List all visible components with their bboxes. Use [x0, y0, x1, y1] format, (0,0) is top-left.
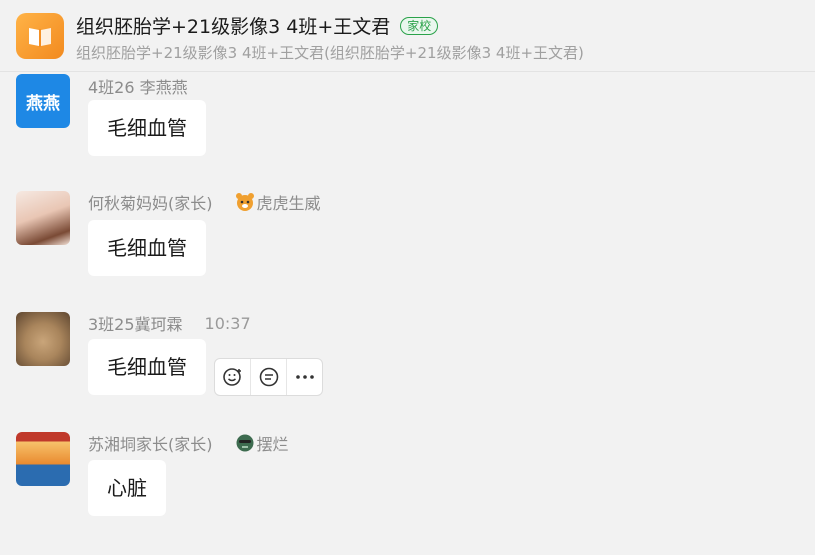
- emoji-reaction-icon: [222, 368, 241, 386]
- sender-label: 4班26 李燕燕: [88, 78, 188, 97]
- more-button[interactable]: [287, 359, 322, 395]
- tiger-icon: [235, 193, 254, 211]
- message-item: 燕燕 4班26 李燕燕 毛细血管: [0, 72, 815, 172]
- avatar[interactable]: 燕燕: [16, 74, 70, 128]
- member-tag-label: 虎虎生威: [256, 194, 321, 213]
- message-item: 苏湘垌家长(家长) 摆烂 心脏: [0, 431, 815, 531]
- group-avatar[interactable]: [16, 13, 64, 59]
- sender-name[interactable]: 苏湘垌家长(家长) 摆烂: [88, 431, 289, 455]
- message-item: 3班25冀珂霖 10:37 毛细血管: [0, 311, 815, 411]
- message-bubble[interactable]: 毛细血管: [88, 220, 206, 276]
- message-bubble[interactable]: 毛细血管: [88, 100, 206, 156]
- group-title-row[interactable]: 组织胚胎学+21级影像3 4班+王文君 家校: [76, 12, 439, 39]
- avatar[interactable]: [16, 312, 70, 366]
- member-tag-label: 摆烂: [256, 435, 289, 454]
- sender-label: 3班25冀珂霖: [88, 315, 183, 334]
- home-school-badge: 家校: [400, 16, 439, 35]
- group-subtitle: 组织胚胎学+21级影像3 4班+王文君(组织胚胎学+21级影像3 4班+王文君): [76, 44, 584, 62]
- more-icon: [295, 375, 314, 379]
- book-icon: [29, 28, 51, 47]
- sender-label: 何秋菊妈妈(家长): [88, 194, 213, 213]
- member-tag: 虎虎生威: [235, 190, 321, 214]
- member-tag: 摆烂: [235, 431, 289, 455]
- sender-name[interactable]: 3班25冀珂霖 10:37: [88, 311, 251, 335]
- message-action-bar: [214, 358, 323, 396]
- message-bubble[interactable]: 心脏: [88, 460, 166, 516]
- quote-reply-icon: [259, 367, 278, 387]
- message-item: 何秋菊妈妈(家长) 虎虎生威 毛细血管: [0, 190, 815, 290]
- message-bubble[interactable]: 毛细血管: [88, 339, 206, 395]
- emoji-reaction-button[interactable]: [215, 359, 251, 395]
- quote-reply-button[interactable]: [251, 359, 287, 395]
- avatar[interactable]: [16, 191, 70, 245]
- sender-label: 苏湘垌家长(家长): [88, 435, 213, 454]
- green-face-icon: [236, 434, 253, 452]
- chat-header: 组织胚胎学+21级影像3 4班+王文君 家校 组织胚胎学+21级影像3 4班+王…: [0, 0, 815, 72]
- group-title: 组织胚胎学+21级影像3 4班+王文君: [76, 16, 391, 38]
- avatar[interactable]: [16, 432, 70, 486]
- message-time: 10:37: [204, 313, 251, 333]
- avatar-text: 燕燕: [26, 93, 60, 114]
- sender-name[interactable]: 何秋菊妈妈(家长) 虎虎生威: [88, 190, 321, 214]
- sender-name[interactable]: 4班26 李燕燕: [88, 74, 188, 98]
